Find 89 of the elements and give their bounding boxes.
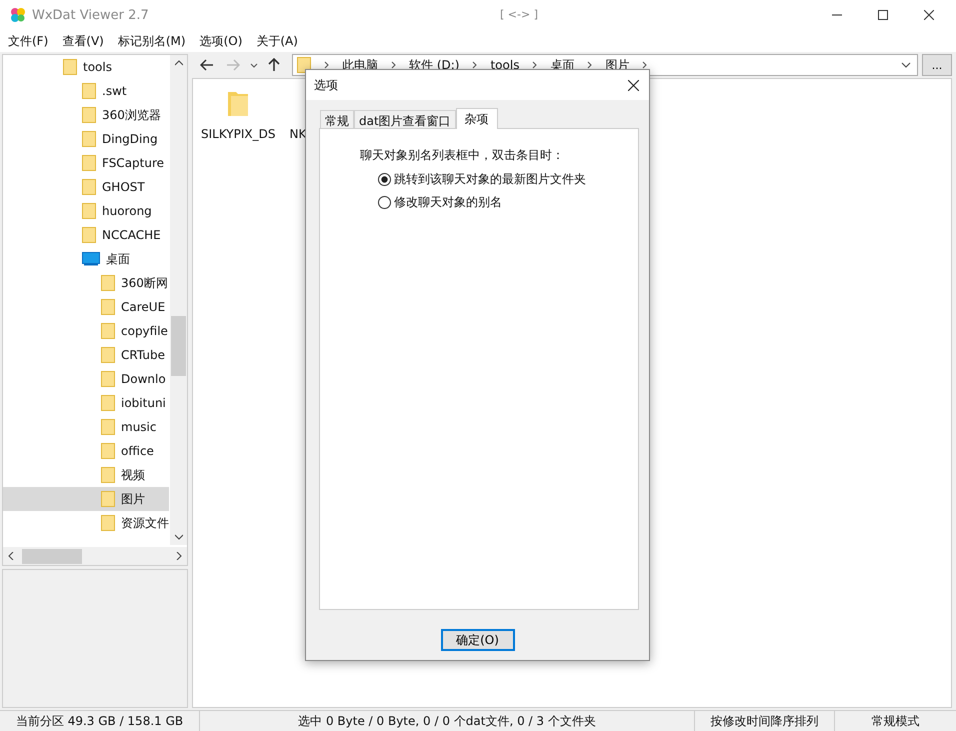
folder-icon — [101, 347, 115, 363]
window-subtitle: [ <-> ] — [500, 8, 538, 21]
app-logo-icon — [10, 7, 26, 23]
tab[interactable]: 杂项 — [456, 108, 498, 129]
folder-icon — [101, 275, 115, 291]
close-icon[interactable] — [628, 80, 639, 90]
ok-button[interactable]: 确定(O) — [440, 629, 514, 651]
tree-item[interactable]: DingDing — [3, 127, 169, 151]
vertical-scrollbar[interactable] — [170, 55, 187, 545]
tree-item[interactable]: .swt — [3, 79, 169, 103]
breadcrumb[interactable]: tools — [490, 58, 520, 72]
folder-icon — [297, 57, 311, 73]
tree-item[interactable]: music — [3, 415, 169, 439]
tree-item[interactable]: 360浏览器 — [3, 103, 169, 127]
tree-item[interactable]: 图片 — [3, 487, 169, 511]
folder-icon — [101, 467, 115, 483]
close-icon[interactable] — [924, 10, 934, 20]
folder-icon — [82, 179, 96, 195]
selection-info: 选中 0 Byte / 0 Byte, 0 / 0 个dat文件, 0 / 3 个文件夹 — [200, 711, 695, 731]
tree-item[interactable]: CareUE — [3, 295, 169, 319]
tree-item[interactable]: office — [3, 439, 169, 463]
chevron-down-icon[interactable] — [250, 62, 258, 68]
folder-icon — [101, 371, 115, 387]
tab[interactable]: 常规 — [320, 110, 354, 128]
tree-item[interactable]: 360断网 — [3, 271, 169, 295]
tree-item[interactable]: 资源文件 — [3, 511, 169, 535]
tree-item[interactable]: copyfile — [3, 319, 169, 343]
dialog-title: 选项 — [314, 76, 338, 94]
tree-item[interactable]: CRTube — [3, 343, 169, 367]
folder-icon — [101, 491, 115, 507]
chevron-right-icon — [642, 61, 648, 69]
chevron-right-icon — [324, 61, 329, 69]
radio-label[interactable]: 修改聊天对象的别名 — [394, 194, 502, 211]
tab[interactable]: dat图片查看窗口 — [354, 110, 456, 128]
horizontal-scrollbar[interactable] — [3, 547, 187, 565]
chevron-right-icon — [587, 61, 592, 69]
menu-item[interactable]: 文件(F) — [4, 32, 52, 50]
view-mode: 常规模式 — [870, 713, 920, 730]
back-arrow-icon[interactable] — [200, 59, 214, 71]
tree-item[interactable]: iobituni — [3, 391, 169, 415]
folder-icon — [101, 323, 115, 339]
tree-item[interactable]: Downlo — [3, 367, 169, 391]
folder-icon — [82, 83, 96, 99]
scroll-right-icon[interactable] — [176, 552, 182, 560]
radio-button[interactable] — [378, 173, 391, 186]
menu-item[interactable]: 关于(A) — [252, 32, 302, 50]
scrollbar-thumb[interactable] — [171, 316, 186, 376]
chevron-right-icon — [472, 61, 478, 69]
folder-icon — [82, 155, 96, 171]
partition-info: 当前分区 49.3 GB / 158.1 GB — [0, 711, 200, 731]
radio-button[interactable] — [378, 196, 391, 209]
folder-icon — [101, 395, 115, 411]
tree-item[interactable]: huorong — [3, 199, 169, 223]
desktop-icon — [82, 252, 100, 266]
chevron-right-icon — [532, 61, 538, 69]
menu-item[interactable]: 标记别名(M) — [114, 32, 190, 50]
menu-item[interactable]: 选项(O) — [196, 32, 246, 50]
file-name[interactable]: NK — [289, 127, 306, 141]
scrollbar-thumb[interactable] — [22, 548, 82, 564]
folder-icon — [82, 107, 96, 123]
folder-icon — [101, 515, 115, 531]
tree-item[interactable]: 视频 — [3, 463, 169, 487]
prompt-text: 聊天对象别名列表框中，双击条目时： — [360, 147, 565, 164]
scroll-up-icon[interactable] — [174, 60, 182, 66]
up-arrow-icon[interactable] — [268, 58, 280, 72]
folder-icon — [82, 131, 96, 147]
maximize-icon[interactable] — [878, 10, 888, 20]
dropdown-icon[interactable] — [901, 62, 911, 68]
folder-icon — [101, 443, 115, 459]
file-name[interactable]: SILKYPIX_DS — [201, 127, 276, 141]
tree-item[interactable]: FSCapture — [3, 151, 169, 175]
folder-icon — [101, 419, 115, 435]
menu-item[interactable]: 查看(V) — [58, 32, 108, 50]
sort-order: 按修改时间降序排列 — [695, 711, 835, 731]
folder-icon — [63, 59, 77, 75]
chevron-right-icon — [391, 61, 396, 69]
folder-icon — [227, 89, 250, 117]
folder-icon — [101, 299, 115, 315]
browse-button[interactable]: ... — [922, 54, 952, 76]
scroll-down-icon[interactable] — [174, 534, 182, 540]
tree-item[interactable]: NCCACHE — [3, 223, 169, 247]
radio-label[interactable]: 跳转到该聊天对象的最新图片文件夹 — [394, 171, 586, 188]
scroll-left-icon[interactable] — [8, 552, 14, 560]
folder-icon — [82, 227, 96, 243]
tree-item[interactable]: GHOST — [3, 175, 169, 199]
window-title: WxDat Viewer 2.7 — [32, 8, 149, 22]
tree-item[interactable]: tools — [3, 55, 169, 79]
tree-item[interactable]: 桌面 — [3, 247, 169, 271]
folder-icon — [82, 203, 96, 219]
